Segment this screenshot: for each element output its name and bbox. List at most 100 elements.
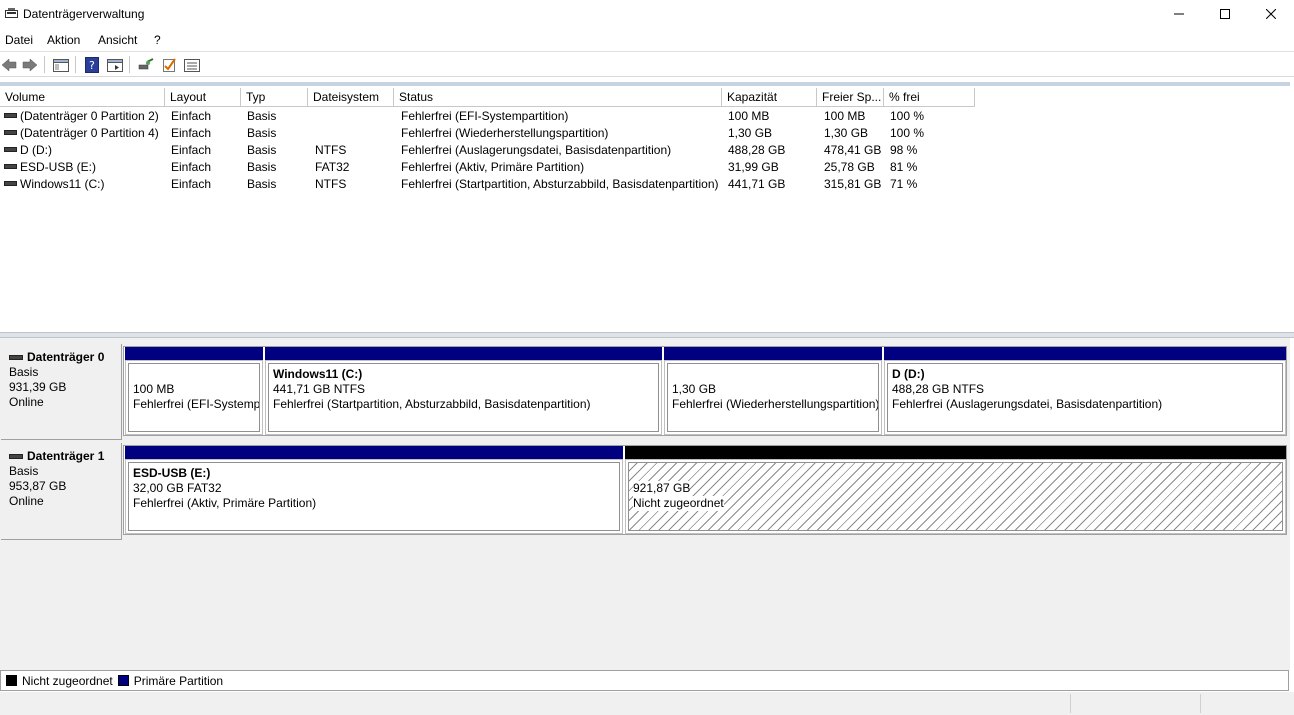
volume-icon: [4, 147, 17, 153]
column-header-prozent-frei[interactable]: % frei: [884, 88, 975, 107]
partition-size: 100 MB: [133, 382, 175, 396]
maximize-button[interactable]: [1202, 0, 1248, 28]
disk-management-app-icon: [5, 8, 18, 19]
volume-row[interactable]: Windows11 (C:) Einfach Basis NTFS Fehler…: [0, 176, 1290, 193]
volume-filesystem: NTFS: [315, 143, 347, 157]
toolbar: ?: [0, 53, 1294, 77]
volume-percent-free: 71 %: [890, 177, 918, 191]
column-header-volume[interactable]: Volume: [0, 88, 165, 107]
partition-status: Fehlerfrei (Startpartition, Absturzabbil…: [273, 397, 591, 411]
volume-row[interactable]: (Datenträger 0 Partition 4) Einfach Basi…: [0, 125, 1290, 142]
volume-free-space: 25,78 GB: [824, 160, 875, 174]
partition-status: Nicht zugeordnet: [633, 496, 724, 511]
volume-capacity: 488,28 GB: [728, 143, 786, 157]
partition-size: 921,87 GB: [633, 481, 691, 496]
disk-size: 953,87 GB: [9, 479, 67, 493]
volume-icon: [4, 164, 17, 170]
legend-label: Nicht zugeordnet: [22, 673, 113, 688]
partition-bar: [265, 347, 662, 360]
volume-name: D (D:): [20, 143, 52, 157]
partition-size: 32,00 GB FAT32: [133, 481, 222, 495]
forward-button[interactable]: [21, 56, 39, 74]
partition-title: ESD-USB (E:): [133, 466, 211, 480]
volume-row[interactable]: D (D:) Einfach Basis NTFS Fehlerfrei (Au…: [0, 142, 1290, 159]
column-header-typ[interactable]: Typ: [241, 88, 308, 107]
disk-state: Online: [9, 494, 44, 508]
volume-filesystem: NTFS: [315, 177, 347, 191]
minimize-button[interactable]: [1156, 0, 1202, 28]
partition-recovery[interactable]: 1,30 GB Fehlerfrei (Wiederherstellungspa…: [664, 347, 882, 435]
forward-arrow-icon: [22, 58, 38, 72]
partition-status: Fehlerfrei (EFI-Systempartition): [133, 397, 260, 411]
volume-name: (Datenträger 0 Partition 2): [20, 109, 159, 123]
legend-item-unallocated: Nicht zugeordnet: [6, 674, 113, 688]
disk-icon: [9, 355, 23, 360]
volume-free-space: 100 MB: [824, 109, 866, 123]
column-header-status[interactable]: Status: [394, 88, 722, 107]
connect-icon: [138, 58, 154, 70]
partition-title: Windows11 (C:): [273, 367, 363, 381]
volume-status: Fehlerfrei (Startpartition, Absturzabbil…: [401, 177, 719, 191]
help-button[interactable]: ?: [83, 56, 101, 74]
column-header-layout[interactable]: Layout: [165, 88, 241, 107]
volume-icon: [4, 113, 17, 119]
volume-capacity: 31,99 GB: [728, 160, 779, 174]
menu-aktion[interactable]: Aktion: [47, 33, 80, 47]
partition-efi[interactable]: 100 MB Fehlerfrei (EFI-Systempartition): [125, 347, 263, 435]
properties-view-button[interactable]: [106, 56, 124, 74]
partition-size: 488,28 GB NTFS: [892, 382, 985, 396]
partition-windows11-c[interactable]: Windows11 (C:) 441,71 GB NTFS Fehlerfrei…: [265, 347, 662, 435]
volume-typ: Basis: [247, 143, 277, 157]
back-button[interactable]: [0, 56, 18, 74]
menu-ansicht[interactable]: Ansicht: [98, 33, 137, 47]
console-tree-button[interactable]: [52, 56, 70, 74]
menu-help[interactable]: ?: [154, 33, 161, 47]
column-header-kapazitaet[interactable]: Kapazität: [722, 88, 817, 107]
back-arrow-icon: [1, 58, 17, 72]
disk-1-label[interactable]: Datenträger 1 Basis 953,87 GB Online: [1, 443, 122, 540]
volume-icon: [4, 130, 17, 136]
volume-row[interactable]: ESD-USB (E:) Einfach Basis FAT32 Fehlerf…: [0, 159, 1290, 176]
disk-size: 931,39 GB: [9, 380, 67, 394]
partition-bar: [664, 347, 882, 360]
status-bar: [0, 692, 1294, 715]
volume-typ: Basis: [247, 126, 277, 140]
connect-button[interactable]: [137, 56, 155, 74]
volume-row[interactable]: (Datenträger 0 Partition 2) Einfach Basi…: [0, 108, 1290, 125]
maximize-icon: [1220, 9, 1230, 19]
help-icon: ?: [85, 57, 99, 73]
list-view-button[interactable]: [183, 56, 201, 74]
partition-bar: [125, 347, 263, 360]
volume-layout: Einfach: [171, 126, 212, 140]
close-icon: [1266, 9, 1276, 19]
volume-status: Fehlerfrei (Wiederherstellungspartition): [401, 126, 609, 140]
close-button[interactable]: [1248, 0, 1294, 28]
disk-0-label[interactable]: Datenträger 0 Basis 931,39 GB Online: [1, 344, 122, 440]
check-button[interactable]: [160, 56, 178, 74]
legend-label: Primäre Partition: [133, 673, 224, 688]
volume-percent-free: 100 %: [890, 109, 925, 123]
disk-name: Datenträger 1: [27, 449, 105, 463]
disk-graphical-pane: Datenträger 0 Basis 931,39 GB Online 100…: [0, 338, 1290, 670]
volume-list-pane: Volume Layout Typ Dateisystem Status Kap…: [0, 82, 1290, 332]
volume-layout: Einfach: [171, 177, 212, 191]
column-header-freier-speicher[interactable]: Freier Sp...: [817, 88, 884, 107]
partition-bar: [125, 446, 623, 459]
volume-icon: [4, 181, 17, 187]
partition-unallocated[interactable]: 921,87 GB Nicht zugeordnet: [625, 446, 1286, 534]
volume-layout: Einfach: [171, 109, 212, 123]
volume-name: (Datenträger 0 Partition 4): [20, 126, 159, 140]
toolbar-separator: [75, 56, 76, 73]
menu-datei[interactable]: Datei: [5, 33, 33, 47]
volume-name: Windows11 (C:): [20, 177, 105, 191]
disk-0-partitions: 100 MB Fehlerfrei (EFI-Systempartition) …: [123, 346, 1287, 436]
svg-text:?: ?: [89, 59, 95, 72]
partition-d[interactable]: D (D:) 488,28 GB NTFS Fehlerfrei (Auslag…: [884, 347, 1286, 435]
title-bar: Datenträgerverwaltung: [0, 0, 1294, 28]
volume-capacity: 1,30 GB: [728, 126, 773, 140]
partition-esd-usb-e[interactable]: ESD-USB (E:) 32,00 GB FAT32 Fehlerfrei (…: [125, 446, 623, 534]
column-header-dateisystem[interactable]: Dateisystem: [308, 88, 394, 107]
properties-view-icon: [107, 59, 123, 72]
minimize-icon: [1174, 13, 1184, 15]
disk-type: Basis: [9, 365, 39, 379]
